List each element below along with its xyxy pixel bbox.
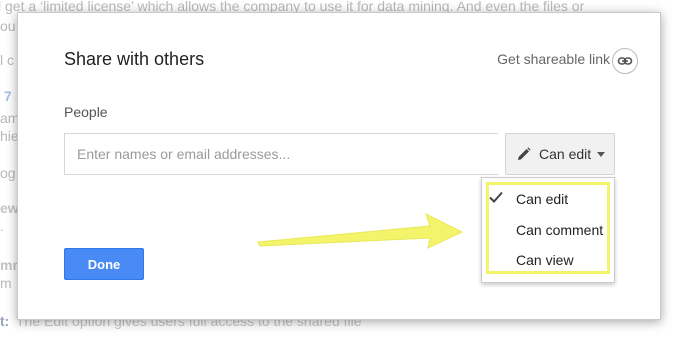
yellow-arrow-annotation <box>257 213 464 249</box>
